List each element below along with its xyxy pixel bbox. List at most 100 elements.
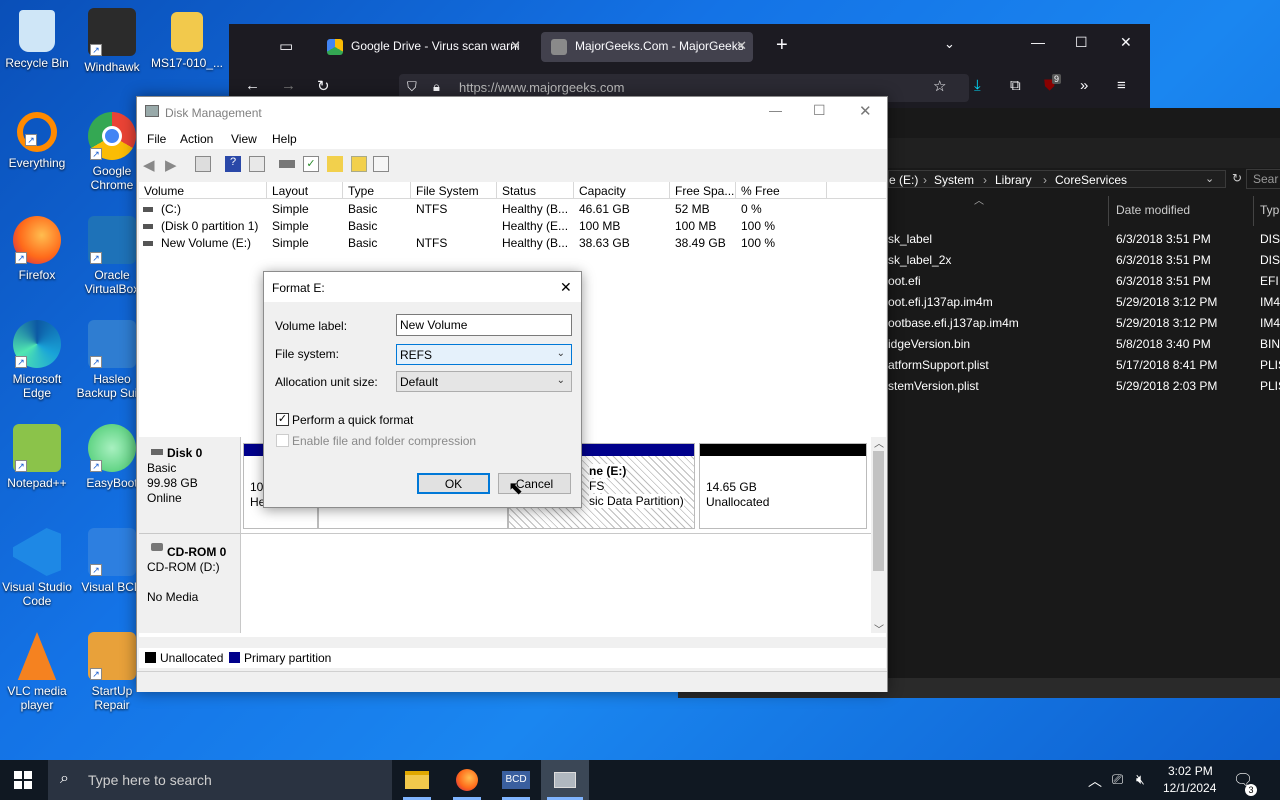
divider — [139, 533, 871, 534]
file-system-select[interactable]: REFS ⌄ — [396, 344, 572, 365]
close-window-icon[interactable]: ✕ — [859, 102, 872, 120]
maximize-icon[interactable]: ☐ — [813, 102, 826, 119]
extensions-icon[interactable]: ⧉ — [1010, 77, 1021, 94]
search-folder-icon[interactable] — [351, 156, 367, 172]
network-icon[interactable]: ⎚ — [1112, 771, 1123, 788]
scroll-up-icon[interactable]: ︿ — [874, 435, 884, 450]
forward-icon[interactable]: ▶ — [165, 156, 181, 174]
new-tab-button[interactable]: + — [776, 34, 788, 57]
column-free-space[interactable]: Free Spa... — [670, 182, 736, 199]
allocation-size-select[interactable]: Default ⌄ — [396, 371, 572, 392]
maximize-icon[interactable]: ☐ — [1075, 34, 1088, 51]
cdrom-drive: CD-ROM (D:) — [147, 560, 220, 574]
desktop-icon-vscode[interactable]: Visual Studio Code — [0, 520, 74, 616]
taskbar-file-explorer[interactable] — [393, 760, 441, 800]
properties-icon[interactable] — [249, 156, 265, 172]
desktop-icon-everything[interactable]: ↗ Everything — [0, 104, 74, 200]
tab-google-drive[interactable]: Google Drive - Virus scan warni ✕ — [317, 32, 527, 62]
taskbar-disk-management[interactable] — [541, 760, 589, 800]
reload-icon[interactable]: ↻ — [317, 77, 330, 95]
menu-help[interactable]: Help — [272, 132, 297, 146]
taskbar-firefox[interactable] — [443, 760, 491, 800]
app-menu-icon[interactable]: ≡ — [1117, 77, 1126, 94]
start-icon[interactable] — [14, 771, 32, 789]
downloads-icon[interactable]: ⤓ — [974, 77, 981, 94]
column-volume[interactable]: Volume — [139, 182, 267, 199]
menu-action[interactable]: Action — [180, 132, 213, 146]
close-window-icon[interactable]: ✕ — [1120, 34, 1132, 51]
column-file-system[interactable]: File System — [411, 182, 497, 199]
desktop-icon-notepadpp[interactable]: ↗ Notepad++ — [0, 416, 74, 512]
tab-overview-icon[interactable]: ▭ — [279, 37, 293, 55]
column-percent-free[interactable]: % Free — [736, 182, 827, 199]
menu-view[interactable]: View — [231, 132, 257, 146]
compression-label[interactable]: Enable file and folder compression — [292, 434, 476, 448]
column-date-modified[interactable]: Date modified — [1116, 203, 1190, 217]
volume-label-input[interactable]: New Volume — [396, 314, 572, 336]
forward-icon[interactable]: → — [281, 77, 296, 94]
desktop-icon-firefox[interactable]: ↗ Firefox — [0, 208, 74, 304]
close-tab-icon[interactable]: ✕ — [736, 38, 747, 54]
url-text[interactable]: https://www.majorgeeks.com — [459, 80, 624, 95]
minimize-icon[interactable]: — — [769, 103, 782, 118]
lock-icon[interactable]: 🔒︎ — [433, 79, 440, 95]
overflow-icon[interactable]: » — [1080, 77, 1088, 94]
tab-majorgeeks[interactable]: MajorGeeks.Com - MajorGeeks ✕ — [541, 32, 753, 62]
refresh-icon[interactable]: ↻ — [1232, 171, 1242, 185]
check-icon[interactable]: ✓ — [303, 156, 319, 172]
back-icon[interactable]: ← — [245, 77, 260, 94]
ok-button[interactable]: OK — [417, 473, 490, 494]
list-tabs-icon[interactable]: ⌄ — [944, 36, 955, 52]
shield-icon[interactable]: ⛉ — [407, 79, 417, 95]
column-capacity[interactable]: Capacity — [574, 182, 670, 199]
close-tab-icon[interactable]: ✕ — [510, 38, 521, 54]
scrollbar-thumb[interactable] — [873, 451, 884, 571]
column-status[interactable]: Status — [497, 182, 574, 199]
close-dialog-icon[interactable]: ✕ — [560, 279, 572, 296]
desktop-icon-recycle-bin[interactable]: Recycle Bin — [0, 0, 74, 96]
disk-management-icon — [145, 105, 159, 117]
clock-time[interactable]: 3:02 PM — [1168, 764, 1213, 778]
column-type[interactable]: Type — [343, 182, 411, 199]
desktop-icon-vlc[interactable]: VLC media player — [0, 624, 74, 720]
search-input[interactable]: Sear — [1246, 169, 1280, 189]
breadcrumb-item[interactable]: CoreServices — [1055, 173, 1127, 187]
column-type[interactable]: Typ — [1260, 203, 1279, 217]
tray-overflow-icon[interactable]: ︿ — [1088, 771, 1102, 791]
title-bar[interactable]: Disk Management — ☐ ✕ — [137, 97, 887, 129]
clock-date[interactable]: 12/1/2024 — [1163, 781, 1216, 795]
taskbar-visual-bcd[interactable]: BCD — [492, 760, 540, 800]
help-icon[interactable]: ? — [225, 156, 241, 172]
desktop-icon-ms17[interactable]: MS17-010_... — [150, 0, 224, 96]
desktop-icon-windhawk[interactable]: ↗ Windhawk — [75, 0, 149, 96]
file-name: ootbase.efi.j137ap.im4m — [888, 316, 1019, 330]
taskbar-search[interactable]: ⌕ Type here to search — [48, 760, 392, 800]
quick-format-label[interactable]: Perform a quick format — [292, 413, 413, 427]
back-icon[interactable]: ◀ — [143, 156, 159, 174]
column-layout[interactable]: Layout — [267, 182, 343, 199]
mouse-cursor-icon: ⬉ — [508, 478, 524, 498]
partition-unallocated[interactable]: 14.65 GB Unallocated — [699, 443, 867, 529]
compression-checkbox[interactable] — [276, 434, 289, 447]
dialog-title-bar[interactable]: Format E: ✕ — [264, 272, 581, 302]
file-name: sk_label_2x — [888, 253, 952, 267]
minimize-icon[interactable]: — — [1031, 34, 1045, 50]
scroll-down-icon[interactable]: ﹀ — [874, 621, 884, 636]
connect-icon[interactable] — [279, 160, 295, 168]
easyboot-icon: ↗ — [88, 424, 136, 472]
breadcrumb-item[interactable]: e (E:) — [889, 173, 918, 187]
breadcrumb-item[interactable]: Library — [995, 173, 1032, 187]
scrollbar[interactable]: ︿ ﹀ — [871, 435, 886, 636]
bookmark-star-icon[interactable]: ☆ — [933, 77, 946, 95]
desktop-icon-edge[interactable]: ↗ Microsoft Edge — [0, 312, 74, 408]
breadcrumb-item[interactable]: System — [934, 173, 974, 187]
quick-format-checkbox[interactable]: ✓ — [276, 413, 289, 426]
new-folder-icon[interactable] — [327, 156, 343, 172]
list-view-icon[interactable] — [373, 156, 389, 172]
console-tree-icon[interactable] — [195, 156, 211, 172]
volume-muted-icon[interactable]: 🔇︎ — [1136, 771, 1145, 788]
chevron-down-icon[interactable]: ⌄ — [1205, 172, 1214, 185]
breadcrumb[interactable]: e (E:) › System › Library › CoreServices… — [888, 170, 1226, 188]
file-type: BIN — [1260, 337, 1280, 351]
menu-file[interactable]: File — [147, 132, 166, 146]
